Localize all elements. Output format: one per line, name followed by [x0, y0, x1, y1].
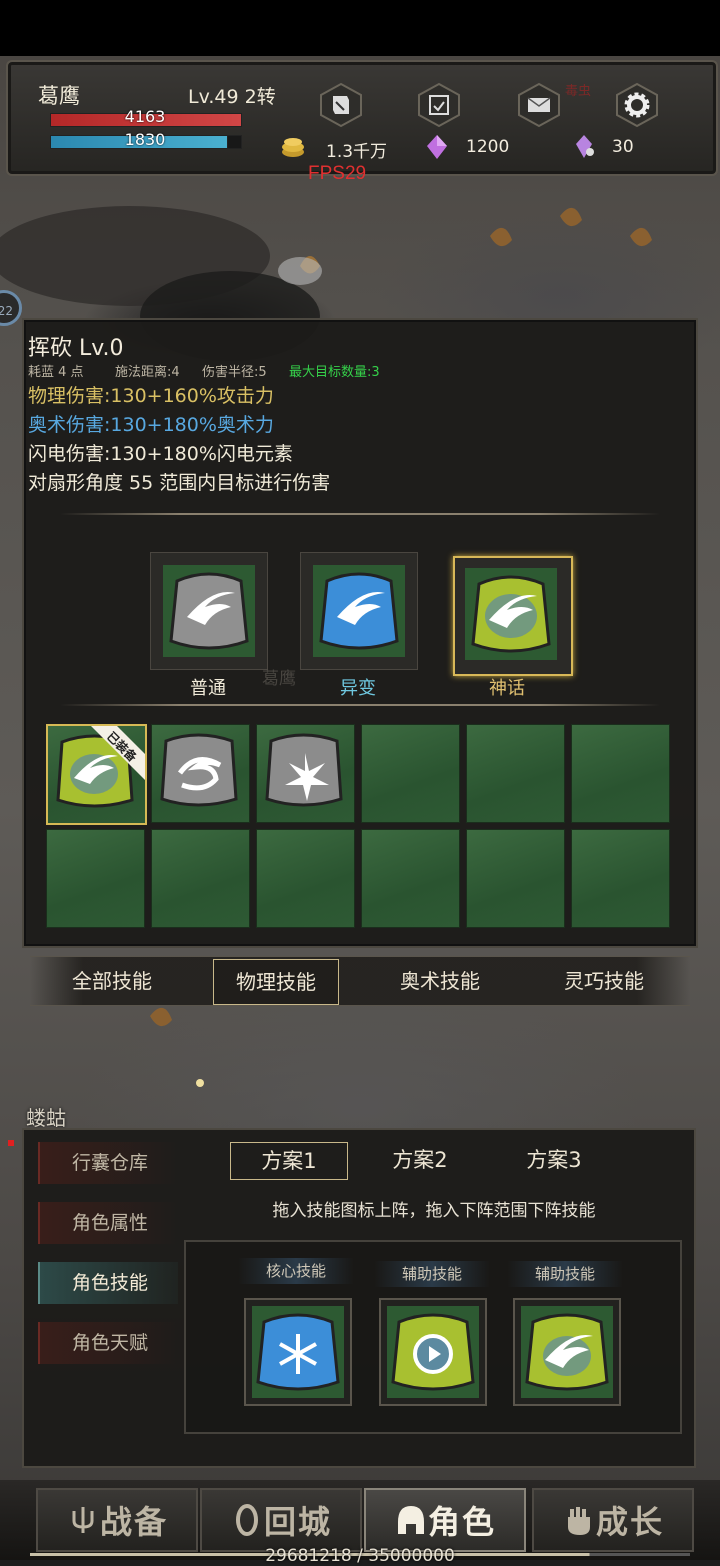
- tier-mythic-label: 神话: [489, 678, 525, 699]
- plan-tab-1[interactable]: 方案1: [230, 1142, 348, 1180]
- skill-arcane-damage: 奥术伤害:130+180%奥术力: [28, 414, 274, 436]
- fps-counter: FPS29: [308, 163, 367, 184]
- skill-lightning-damage: 闪电伤害:130+180%闪电元素: [28, 443, 293, 465]
- menu-attributes[interactable]: 角色属性: [38, 1202, 178, 1244]
- tier-mutation-slot[interactable]: [300, 552, 418, 670]
- tab-arcane-skills[interactable]: 奥术技能: [368, 959, 512, 1003]
- plan-tab-2[interactable]: 方案2: [362, 1142, 478, 1178]
- menu-talents[interactable]: 角色天赋: [38, 1322, 178, 1364]
- core-skill-slot[interactable]: [244, 1298, 352, 1406]
- notification-dot: [8, 1140, 14, 1146]
- helmet-icon: [397, 1506, 424, 1534]
- skill-slot-empty[interactable]: [46, 829, 145, 928]
- skill-range: 施法距离:4: [115, 365, 180, 380]
- gold-coin-icon: [282, 138, 304, 157]
- plan-tab-3[interactable]: 方案3: [496, 1142, 612, 1178]
- eye-rune-yellow-icon: [387, 1306, 479, 1398]
- portal-icon: [235, 1504, 258, 1536]
- slash-rune-yellow-icon: [465, 568, 557, 660]
- player-level: Lv.49 2转: [188, 86, 276, 108]
- burst-rune-gray-icon: [265, 733, 343, 807]
- hp-value: 4163: [124, 107, 166, 126]
- divider: [60, 704, 660, 706]
- monster-name-faint: 毒虫: [565, 84, 592, 99]
- nav-return-city-label: 回城: [263, 1503, 332, 1541]
- skill-physical-damage: 物理伤害:130+160%攻击力: [28, 385, 274, 407]
- skill-slot-empty[interactable]: [151, 829, 250, 928]
- nav-return-city[interactable]: 回城: [200, 1488, 362, 1552]
- frost-rune-blue-icon: [252, 1306, 344, 1398]
- skill-slot-empty[interactable]: [571, 829, 670, 928]
- watermark-player-name: 葛鹰: [262, 669, 296, 689]
- skill-slot-empty[interactable]: [466, 724, 565, 823]
- crystal-icon: [576, 135, 594, 158]
- settings-gear-icon: [624, 92, 650, 118]
- skill-description: 对扇形角度 55 范围内目标进行伤害: [28, 472, 331, 494]
- divider: [60, 513, 660, 515]
- tab-all-skills[interactable]: 全部技能: [40, 959, 184, 1003]
- quest-scroll-icon: [333, 96, 349, 114]
- enemy-name-label: 蝼蛄: [26, 1106, 66, 1130]
- support-skill-label-1: 辅助技能: [374, 1261, 490, 1287]
- skill-title: 挥砍 Lv.0: [28, 336, 124, 361]
- support-skill-slot-1[interactable]: [379, 1298, 487, 1406]
- mp-value: 1830: [124, 130, 166, 149]
- skill-mana: 耗蓝 4 点: [28, 365, 84, 380]
- skill-slot-empty[interactable]: [256, 829, 355, 928]
- support-skill-slot-2[interactable]: [513, 1298, 621, 1406]
- tier-mythic-slot[interactable]: [453, 556, 573, 676]
- slash-rune-blue-icon: [313, 565, 405, 657]
- support-skill-label-2: 辅助技能: [507, 1261, 623, 1287]
- mail-button[interactable]: [516, 82, 562, 128]
- skill-slot[interactable]: [151, 724, 250, 823]
- whirl-rune-gray-icon: [160, 733, 238, 807]
- tab-agility-skills[interactable]: 灵巧技能: [532, 959, 676, 1003]
- mail-icon: [527, 97, 551, 112]
- player-name: 葛鹰: [38, 84, 80, 108]
- purple-gem-icon: [427, 135, 447, 159]
- core-skill-label: 核心技能: [238, 1258, 354, 1284]
- nav-growth[interactable]: 成长: [532, 1488, 694, 1552]
- tier-normal-label: 普通: [190, 678, 226, 699]
- calendar-button[interactable]: [416, 82, 462, 128]
- nav-character-label: 角色: [427, 1503, 496, 1541]
- trident-icon: [72, 1507, 94, 1533]
- menu-inventory[interactable]: 行囊仓库: [38, 1142, 178, 1184]
- slash-rune-gray-icon: [163, 565, 255, 657]
- skill-slot-empty[interactable]: [361, 829, 460, 928]
- status-bar: [0, 0, 720, 56]
- skill-slot-empty[interactable]: [361, 724, 460, 823]
- exp-value: 29681218 / 35000000: [265, 1546, 455, 1566]
- fist-icon: [567, 1507, 590, 1535]
- gem-amount: 1200: [466, 137, 510, 157]
- menu-skills[interactable]: 角色技能: [38, 1262, 178, 1304]
- skill-slot-empty[interactable]: [571, 724, 670, 823]
- calendar-check-icon: [429, 95, 449, 115]
- tier-mutation-label: 异变: [340, 678, 376, 699]
- crystal-amount: 30: [612, 137, 634, 157]
- nav-battle-prep[interactable]: 战备: [36, 1488, 198, 1552]
- nav-character[interactable]: 角色: [364, 1488, 526, 1552]
- quest-scroll-button[interactable]: [318, 82, 364, 128]
- settings-button[interactable]: [614, 82, 660, 128]
- nav-battle-prep-label: 战备: [99, 1503, 168, 1541]
- slash-rune-yellow-icon: [521, 1306, 613, 1398]
- nav-growth-label: 成长: [595, 1503, 664, 1541]
- skill-max-targets: 最大目标数量:3: [289, 365, 380, 380]
- skill-slot-equipped[interactable]: 已装备: [46, 724, 147, 825]
- skill-slot-empty[interactable]: [466, 829, 565, 928]
- loadout-hint: 拖入技能图标上阵，拖入下阵范围下阵技能: [272, 1201, 596, 1221]
- skill-radius: 伤害半径:5: [202, 365, 267, 380]
- tier-normal-slot[interactable]: [150, 552, 268, 670]
- tab-physical-skills[interactable]: 物理技能: [213, 959, 339, 1005]
- gold-amount: 1.3千万: [326, 142, 388, 162]
- skill-slot[interactable]: [256, 724, 355, 823]
